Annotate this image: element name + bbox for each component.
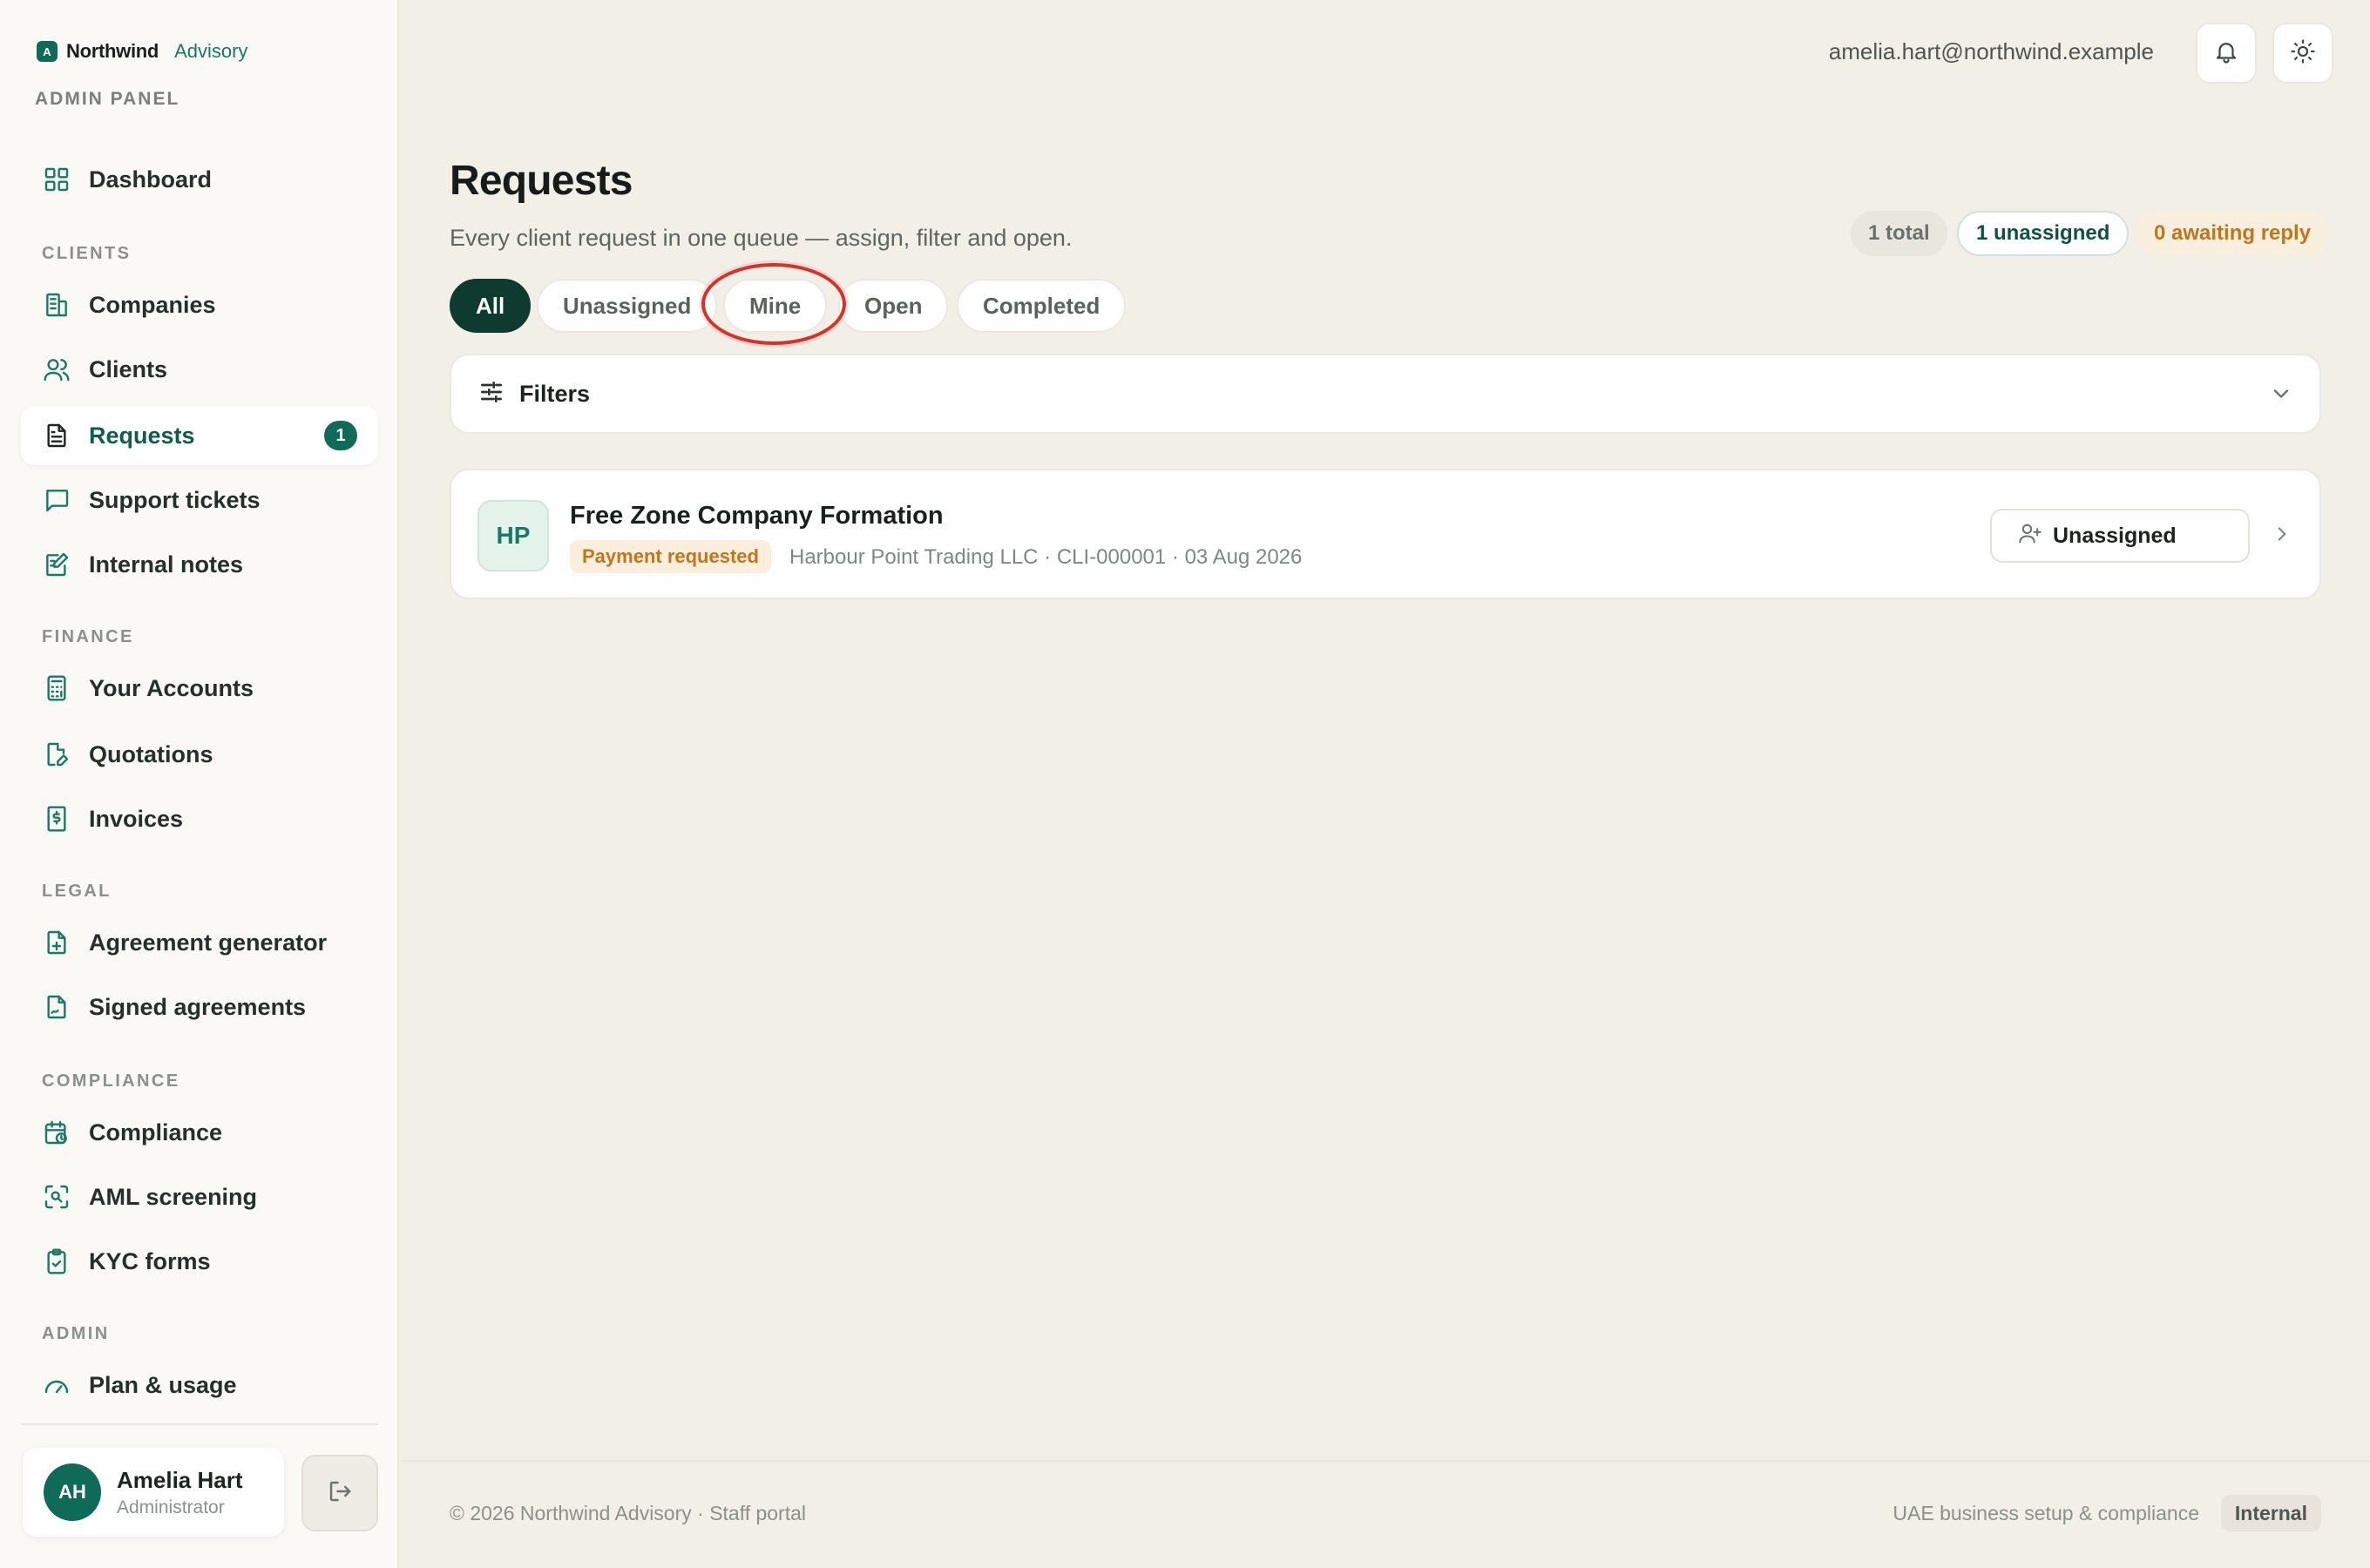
sidebar-item-invoices[interactable]: Invoices — [21, 789, 378, 848]
assign-button[interactable]: Unassigned — [1990, 509, 2250, 563]
sidebar-item-aml-screening[interactable]: AML screening — [21, 1167, 378, 1227]
user-role: Administrator — [117, 1497, 225, 1517]
footer-tagline: UAE business setup & compliance — [1893, 1502, 2199, 1524]
section-finance: FINANCE — [42, 627, 134, 646]
requests-count-badge: 1 — [324, 421, 357, 450]
brand-sub: Advisory — [174, 40, 248, 62]
file-signature-icon — [42, 992, 71, 1022]
section-compliance: COMPLIANCE — [42, 1071, 180, 1091]
page-title: Requests — [450, 158, 633, 204]
sidebar-item-label: Clients — [89, 355, 168, 382]
section-admin: ADMIN — [42, 1324, 110, 1343]
sidebar-item-label: Your Accounts — [89, 674, 254, 701]
sidebar-item-label: Companies — [89, 291, 216, 318]
user-info: Amelia Hart Administrator — [117, 1467, 243, 1518]
brand[interactable]: A Northwind Advisory — [37, 40, 247, 63]
filters-panel-toggle[interactable]: Filters — [450, 354, 2321, 434]
clipboard-check-icon — [42, 1247, 71, 1276]
sidebar-item-label: Quotations — [89, 740, 213, 767]
tab-mine[interactable]: Mine — [723, 279, 828, 333]
request-meta: Harbour Point Trading LLC · CLI-000001 ·… — [789, 545, 1303, 569]
gauge-icon — [42, 1370, 71, 1400]
sidebar-item-label: Dashboard — [89, 166, 213, 193]
sidebar-item-plan-usage[interactable]: Plan & usage — [21, 1355, 378, 1415]
sidebar-item-compliance[interactable]: Compliance — [21, 1103, 378, 1162]
sidebar-item-support-tickets[interactable]: Support tickets — [21, 470, 378, 530]
user-name: Amelia Hart — [117, 1466, 243, 1493]
file-text-icon — [42, 421, 71, 450]
note-edit-icon — [42, 550, 71, 579]
sidebar-item-label: Agreement generator — [89, 929, 328, 956]
theme-toggle-button[interactable] — [2272, 23, 2333, 84]
filters-label: Filters — [519, 380, 591, 407]
bell-icon — [2213, 38, 2239, 69]
receipt-dollar-icon — [42, 804, 71, 834]
sun-icon — [2290, 38, 2316, 69]
sidebar-item-label: KYC forms — [89, 1247, 211, 1274]
sidebar: A Northwind Advisory ADMIN PANEL Dashboa… — [0, 0, 399, 1568]
section-clients: CLIENTS — [42, 244, 132, 263]
sidebar-item-clients[interactable]: Clients — [21, 340, 378, 399]
request-status-badge: Payment requested — [570, 540, 771, 573]
current-user-email: amelia.hart@northwind.example — [1828, 38, 2154, 64]
page-subtitle: Every client request in one queue — assi… — [450, 225, 1073, 251]
calendar-clock-icon — [42, 1118, 71, 1147]
sidebar-divider — [21, 1423, 378, 1425]
sidebar-item-your-accounts[interactable]: Your Accounts — [21, 659, 378, 718]
footer-divider — [401, 1460, 2370, 1462]
chevron-down-icon — [2269, 382, 2293, 410]
footer-copyright: © 2026 Northwind Advisory · Staff portal — [450, 1502, 807, 1524]
logout-icon — [327, 1478, 353, 1509]
sliders-icon — [477, 378, 505, 410]
brand-logo: A — [37, 41, 58, 62]
file-edit-icon — [42, 740, 71, 769]
stat-unassigned-badge: 1 unassigned — [1957, 211, 2130, 256]
sidebar-item-kyc-forms[interactable]: KYC forms — [21, 1232, 378, 1291]
file-plus-icon — [42, 928, 71, 957]
sidebar-item-label: Support tickets — [89, 486, 261, 513]
logout-button[interactable] — [301, 1455, 378, 1531]
notifications-button[interactable] — [2196, 23, 2257, 84]
sidebar-item-requests[interactable]: Requests 1 — [21, 406, 378, 465]
sidebar-item-label: Compliance — [89, 1119, 223, 1146]
section-legal: LEGAL — [42, 882, 112, 901]
user-profile-card[interactable]: AH Amelia Hart Administrator — [23, 1448, 284, 1537]
sidebar-item-label: Plan & usage — [89, 1371, 237, 1398]
sidebar-item-agreement-generator[interactable]: Agreement generator — [21, 913, 378, 972]
tab-unassigned[interactable]: Unassigned — [537, 279, 718, 333]
avatar: AH — [44, 1463, 101, 1521]
message-square-icon — [42, 485, 71, 515]
sidebar-item-label: Internal notes — [89, 551, 244, 578]
stat-total-badge: 1 total — [1851, 211, 1947, 256]
building-icon — [42, 290, 71, 320]
request-row[interactable]: HP Free Zone Company Formation Payment r… — [450, 469, 2321, 599]
brand-name: Northwind — [66, 40, 159, 62]
tab-all[interactable]: All — [450, 279, 532, 333]
request-company-avatar: HP — [477, 500, 549, 571]
sidebar-item-label: Requests — [89, 422, 195, 449]
sidebar-item-signed-agreements[interactable]: Signed agreements — [21, 977, 378, 1037]
grid-icon — [42, 165, 71, 194]
assign-button-label: Unassigned — [2053, 523, 2177, 548]
user-plus-icon — [2018, 521, 2042, 551]
users-icon — [42, 355, 71, 384]
sidebar-item-internal-notes[interactable]: Internal notes — [21, 535, 378, 594]
sidebar-item-dashboard[interactable]: Dashboard — [21, 150, 378, 209]
request-title: Free Zone Company Formation — [570, 502, 944, 530]
footer-internal-badge: Internal — [2220, 1495, 2321, 1531]
tab-open[interactable]: Open — [838, 279, 949, 333]
sidebar-item-quotations[interactable]: Quotations — [21, 725, 378, 784]
tab-completed[interactable]: Completed — [957, 279, 1127, 333]
chevron-right-icon — [2271, 523, 2293, 550]
calculator-icon — [42, 673, 71, 703]
scan-search-icon — [42, 1182, 71, 1212]
admin-panel-label: ADMIN PANEL — [35, 89, 180, 109]
stat-awaiting-badge: 0 awaiting reply — [2136, 211, 2329, 256]
sidebar-item-label: Signed agreements — [89, 993, 307, 1020]
sidebar-item-label: AML screening — [89, 1183, 258, 1210]
sidebar-item-label: Invoices — [89, 805, 184, 832]
sidebar-item-companies[interactable]: Companies — [21, 275, 378, 335]
